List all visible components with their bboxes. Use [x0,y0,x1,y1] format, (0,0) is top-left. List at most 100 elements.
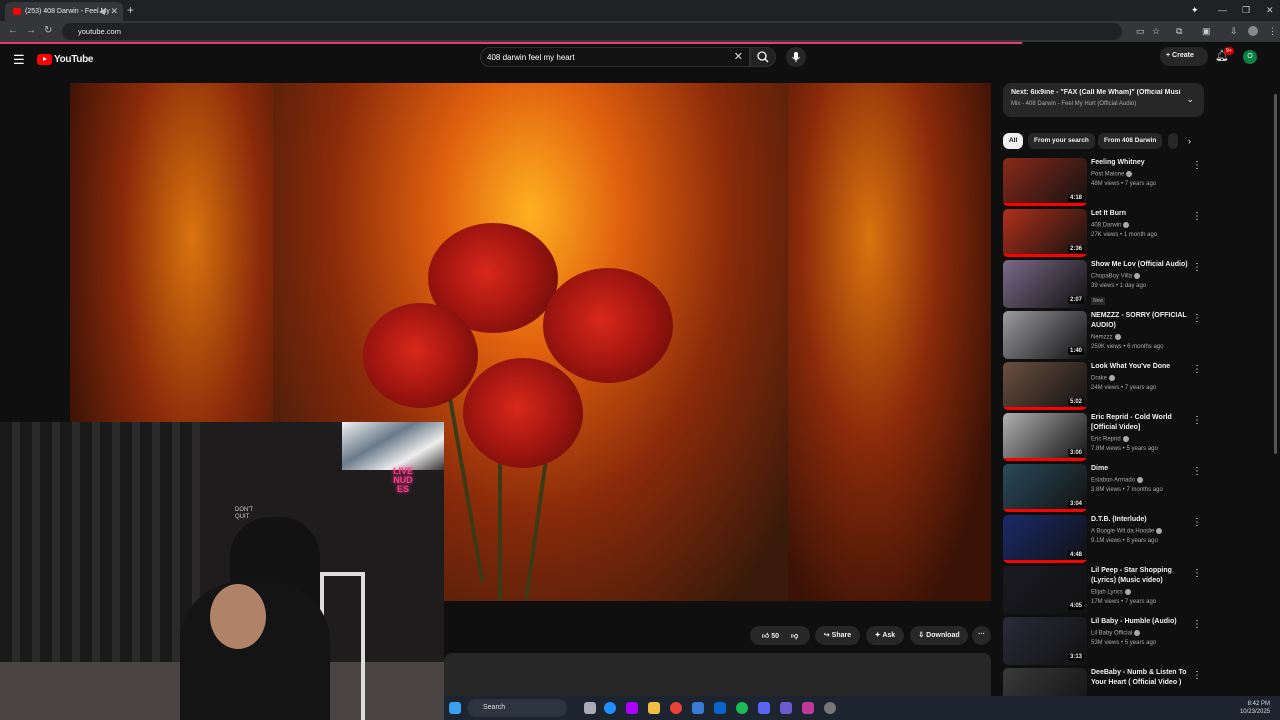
more-vertical-icon[interactable]: ⋮ [1192,619,1202,630]
more-vertical-icon[interactable]: ⋮ [1192,211,1202,222]
task-view-icon[interactable] [584,702,596,714]
video-title[interactable]: Lil Baby - Humble (Audio) [1091,617,1195,627]
chip-more[interactable] [1168,133,1178,149]
new-tab-icon[interactable]: + [127,3,134,17]
account-avatar[interactable]: O [1243,50,1257,64]
cast-icon[interactable]: ▭ [1136,26,1145,37]
more-vertical-icon[interactable]: ⋮ [1192,466,1202,477]
video-thumbnail[interactable]: 2:07 [1003,260,1087,308]
store-icon[interactable] [692,702,704,714]
video-thumbnail[interactable]: 3:00 [1003,413,1087,461]
recommended-video[interactable]: 5:02 Look What You've Done Drake 24M views … [1003,362,1208,410]
channel-name[interactable]: Drake [1091,375,1195,382]
chrome-icon[interactable] [670,702,682,714]
chevron-right-icon[interactable]: › [1188,136,1191,146]
recommended-video[interactable]: 4:18 Feeling Whitney Post Malone 48M views … [1003,158,1208,206]
address-bar[interactable]: youtube.com [62,23,1122,40]
chip-from-search[interactable]: From your search [1028,133,1095,149]
reload-icon[interactable]: ↻ [44,25,52,36]
video-title[interactable]: NEMZZZ - SORRY (OFFICIAL AUDIO) [1091,311,1195,331]
video-thumbnail[interactable]: 2:36 [1003,209,1087,257]
channel-name[interactable]: ChopaBoy Villa [1091,273,1195,280]
channel-name[interactable]: Post Malone [1091,171,1195,178]
video-title[interactable]: D.T.B. (Interlude) [1091,515,1195,525]
video-thumbnail[interactable]: 1:40 [1003,311,1087,359]
chip-all[interactable]: All [1003,133,1024,149]
more-vertical-icon[interactable]: ⋮ [1192,313,1202,324]
system-clock[interactable]: 8:42 PM 10/23/2025 [1240,700,1270,716]
bookmark-star-icon[interactable]: ☆ [1152,26,1160,37]
clear-search-icon[interactable]: ✕ [734,50,743,63]
like-icon[interactable]: 👍︎ [762,633,769,640]
video-title[interactable]: Lil Peep - Star Shopping (Lyrics) (Music… [1091,566,1195,586]
extensions-icon[interactable]: ⧉ [1176,26,1182,37]
copilot-icon[interactable] [626,702,638,714]
voice-search-button[interactable] [786,47,806,67]
app-icon-2[interactable] [824,702,836,714]
back-icon[interactable]: ← [8,25,18,36]
video-thumbnail[interactable]: 3:04 [1003,464,1087,512]
channel-name[interactable]: Eric Reprid [1091,436,1195,443]
recommended-video[interactable]: 4:05 Lil Peep - Star Shopping (Lyrics) (M… [1003,566,1208,614]
close-tab-icon[interactable]: ✕ [110,6,118,17]
dislike-icon[interactable]: 👎︎ [791,633,798,640]
share-button[interactable]: ↪ Share [815,626,860,645]
video-thumbnail[interactable]: 4:18 [1003,158,1087,206]
recommended-video[interactable]: 4:48 D.T.B. (Interlude) A Boogie Wit da Ho… [1003,515,1208,563]
edge-icon[interactable] [604,702,616,714]
recommended-video[interactable]: 2:07 Show Me Lov (Official Audio) ChopaBoy… [1003,260,1208,308]
channel-name[interactable]: Elijah Lyrics [1091,589,1195,596]
like-count[interactable]: 50 [771,633,779,640]
hamburger-menu-icon[interactable]: ☰ [13,52,25,68]
more-actions-button[interactable]: ··· [972,626,991,645]
channel-name[interactable]: Eslabon Armado [1091,477,1195,484]
close-window-icon[interactable]: ✕ [1266,5,1274,16]
channel-name[interactable]: A Boogie Wit da Hoodie [1091,528,1195,535]
video-title[interactable]: Eric Reprid - Cold World [Official Video… [1091,413,1195,433]
search-input[interactable]: 408 darwin feel my heart ✕ [480,47,750,67]
discord-icon[interactable] [758,702,770,714]
recommended-video[interactable]: 3:04 Dime Eslabon Armado 3.8M views • 7 mon… [1003,464,1208,512]
more-vertical-icon[interactable]: ⋮ [1192,160,1202,171]
sidebar-icon[interactable]: ▣ [1202,26,1211,37]
file-explorer-icon[interactable] [648,702,660,714]
channel-name[interactable]: Nemzzz [1091,334,1195,341]
taskbar-search[interactable]: Search [467,699,567,717]
video-title[interactable]: Show Me Lov (Official Audio) [1091,260,1195,270]
maximize-icon[interactable]: ❐ [1242,5,1250,16]
minimize-icon[interactable]: — [1218,5,1227,15]
recommended-video[interactable]: 1:40 NEMZZZ - SORRY (OFFICIAL AUDIO) Nemzz… [1003,311,1208,359]
recommended-video[interactable]: 3:13 Lil Baby - Humble (Audio) Lil Baby Of… [1003,617,1208,665]
video-thumbnail[interactable]: 4:48 [1003,515,1087,563]
youtube-logo[interactable]: YouTube [37,52,94,66]
video-thumbnail[interactable]: 3:13 [1003,617,1087,665]
browser-tab[interactable]: (253) 408 Darwin - Feel My ◀ ✕ [5,2,123,21]
video-title[interactable]: Feeling Whitney [1091,158,1195,168]
forward-icon[interactable]: → [26,25,36,36]
chip-from-channel[interactable]: From 408 Darwin [1098,133,1163,149]
up-next-panel[interactable]: Next: 6ix9ine - "FAX (Call Me Wham)" (Of… [1003,83,1204,117]
channel-name[interactable]: 408 Darwin [1091,222,1195,229]
chevron-down-icon[interactable]: ⌄ [1186,94,1194,105]
ask-button[interactable]: ✦ Ask [866,626,904,645]
more-vertical-icon[interactable]: ⋮ [1192,568,1202,579]
more-vertical-icon[interactable]: ⋮ [1192,262,1202,273]
more-vertical-icon[interactable]: ⋮ [1192,364,1202,375]
video-title[interactable]: DeeBaby - Numb & Listen To Your Heart ( … [1091,668,1195,688]
downloads-icon[interactable]: ⇩ [1230,26,1238,37]
download-button[interactable]: ⇩ Download [910,626,968,645]
video-thumbnail[interactable]: 5:02 [1003,362,1087,410]
more-vertical-icon[interactable]: ⋮ [1192,670,1202,681]
video-title[interactable]: Look What You've Done [1091,362,1195,372]
create-button[interactable]: + Create [1160,47,1208,66]
windows-start-icon[interactable] [449,702,461,714]
page-scrollbar[interactable] [1274,94,1277,454]
obs-icon[interactable] [802,702,814,714]
more-vertical-icon[interactable]: ⋮ [1192,517,1202,528]
video-title[interactable]: Let It Burn [1091,209,1195,219]
audio-playing-icon[interactable]: ◀ [99,7,105,16]
more-vertical-icon[interactable]: ⋮ [1192,415,1202,426]
profile-icon[interactable] [1248,26,1258,36]
video-title[interactable]: Dime [1091,464,1195,474]
outlook-icon[interactable] [714,702,726,714]
